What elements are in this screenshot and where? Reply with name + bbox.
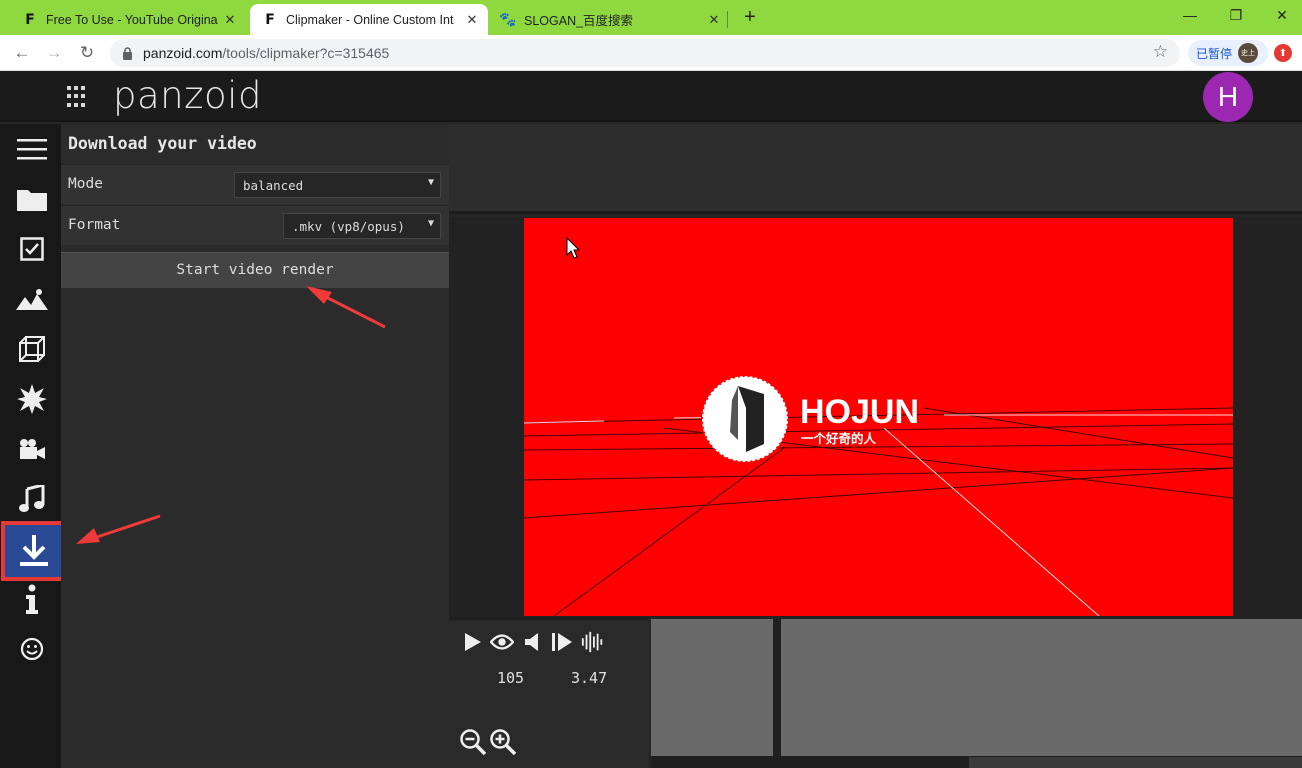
dropdown-arrow-icon: ▼ <box>427 177 434 188</box>
tab-clipmaker[interactable]: F Clipmaker - Online Custom Int ✕ <box>250 4 488 35</box>
browser-tab-bar: F Free To Use - YouTube Origina ✕ F Clip… <box>0 0 1302 35</box>
folder-icon[interactable] <box>4 176 60 222</box>
tab-title: Free To Use - YouTube Origina <box>46 12 218 27</box>
tab-title: SLOGAN_百度搜索 <box>524 14 634 28</box>
video-preview[interactable]: HOJUN 一个好奇的人 <box>524 218 1233 616</box>
tool-sidebar <box>0 124 66 768</box>
reload-button[interactable]: ↻ <box>73 39 101 67</box>
new-tab-button[interactable]: + <box>738 5 762 29</box>
forward-button[interactable]: → <box>40 39 68 67</box>
profile-avatar: 史上 <box>1238 43 1259 63</box>
lock-icon <box>122 46 134 60</box>
extension-icon[interactable]: ⬆ <box>1274 44 1292 62</box>
mode-value: balanced <box>243 178 304 193</box>
paused-label: 已暂停 <box>1196 46 1233 61</box>
download-panel: Download your video Mode balanced ▼ Form… <box>61 124 449 768</box>
close-icon[interactable]: ✕ <box>704 12 724 28</box>
download-icon[interactable] <box>1 521 66 581</box>
timeline-scrollbar[interactable] <box>969 757 1302 768</box>
timeline <box>651 619 1302 768</box>
url-input[interactable]: panzoid.com/tools/clipmaker?c=315465 ☆ <box>110 39 1180 67</box>
address-bar: ← → ↻ panzoid.com/tools/clipmaker?c=3154… <box>0 35 1302 71</box>
zoom-in-icon[interactable] <box>489 728 517 756</box>
preview-area: HOJUN 一个好奇的人 <box>449 217 1302 617</box>
eye-icon[interactable] <box>490 630 514 654</box>
smiley-icon[interactable] <box>4 626 60 672</box>
format-label: Format <box>68 217 121 233</box>
zoom-out-icon[interactable] <box>459 728 487 756</box>
start-render-button[interactable]: Start video render <box>61 252 449 288</box>
editor-main: HOJUN 一个好奇的人 105 3.47 <box>449 124 1302 768</box>
tab-baidu[interactable]: 🐾 SLOGAN_百度搜索 ✕ <box>490 4 730 35</box>
panzoid-icon: F <box>265 11 275 28</box>
tab-separator <box>727 11 728 28</box>
user-avatar[interactable]: H <box>1203 72 1253 122</box>
mode-row: Mode balanced ▼ <box>61 164 449 204</box>
restore-icon[interactable]: ❐ <box>1218 2 1254 28</box>
minimize-icon[interactable]: — <box>1172 2 1208 28</box>
timeline-track[interactable] <box>651 619 773 756</box>
info-icon[interactable] <box>4 576 60 622</box>
back-button[interactable]: ← <box>8 39 36 67</box>
url-text: panzoid.com/tools/clipmaker?c=315465 <box>143 45 389 61</box>
camera-icon[interactable] <box>4 426 60 472</box>
checkbox-icon[interactable] <box>4 226 60 272</box>
brand-subtext: 一个好奇的人 <box>801 431 877 446</box>
window-close-icon[interactable]: ✕ <box>1264 2 1300 28</box>
hojun-logo-mark <box>701 375 789 463</box>
dropdown-arrow-icon: ▼ <box>427 218 434 229</box>
burst-icon[interactable] <box>4 376 60 422</box>
bookmark-star-icon[interactable]: ☆ <box>1153 42 1168 62</box>
panzoid-icon: F <box>25 11 35 28</box>
tab-title: Clipmaker - Online Custom Int <box>286 12 454 27</box>
baidu-icon: 🐾 <box>499 11 517 28</box>
url-path: /tools/clipmaker?c=315465 <box>222 45 390 61</box>
brand-text: HOJUN <box>800 393 919 431</box>
menu-icon[interactable] <box>4 126 60 172</box>
format-row: Format .mkv (vp8/opus) ▼ <box>61 205 449 245</box>
panel-title: Download your video <box>68 134 257 153</box>
app-header: panzoid H <box>0 71 1302 122</box>
image-icon[interactable] <box>4 276 60 322</box>
frame-readout: 105 <box>497 669 525 687</box>
close-icon[interactable]: ✕ <box>462 12 482 28</box>
time-readout: 3.47 <box>571 669 608 687</box>
playback-controls: 105 3.47 <box>449 617 649 768</box>
profile-paused-button[interactable]: 已暂停 史上 <box>1188 40 1268 66</box>
music-icon[interactable] <box>4 476 60 522</box>
next-frame-icon[interactable] <box>550 630 574 654</box>
mode-label: Mode <box>68 176 103 192</box>
mouse-cursor-icon <box>566 236 581 259</box>
volume-icon[interactable] <box>521 630 545 654</box>
panzoid-logo[interactable]: panzoid <box>113 74 262 117</box>
format-select[interactable]: .mkv (vp8/opus) ▼ <box>283 213 441 239</box>
play-icon[interactable] <box>460 630 484 654</box>
editor-toolbar-area <box>449 124 1302 214</box>
mode-select[interactable]: balanced ▼ <box>234 172 441 198</box>
close-icon[interactable]: ✕ <box>220 12 240 28</box>
waveform-icon[interactable] <box>581 630 605 654</box>
cube-icon[interactable] <box>4 326 60 372</box>
apps-grid-icon[interactable] <box>67 86 89 108</box>
tab-youtube[interactable]: F Free To Use - YouTube Origina ✕ <box>4 4 246 35</box>
perspective-grid: HOJUN 一个好奇的人 <box>524 236 1233 616</box>
format-value: .mkv (vp8/opus) <box>292 219 405 234</box>
url-host: panzoid.com <box>143 45 223 61</box>
timeline-track[interactable] <box>781 619 1302 756</box>
